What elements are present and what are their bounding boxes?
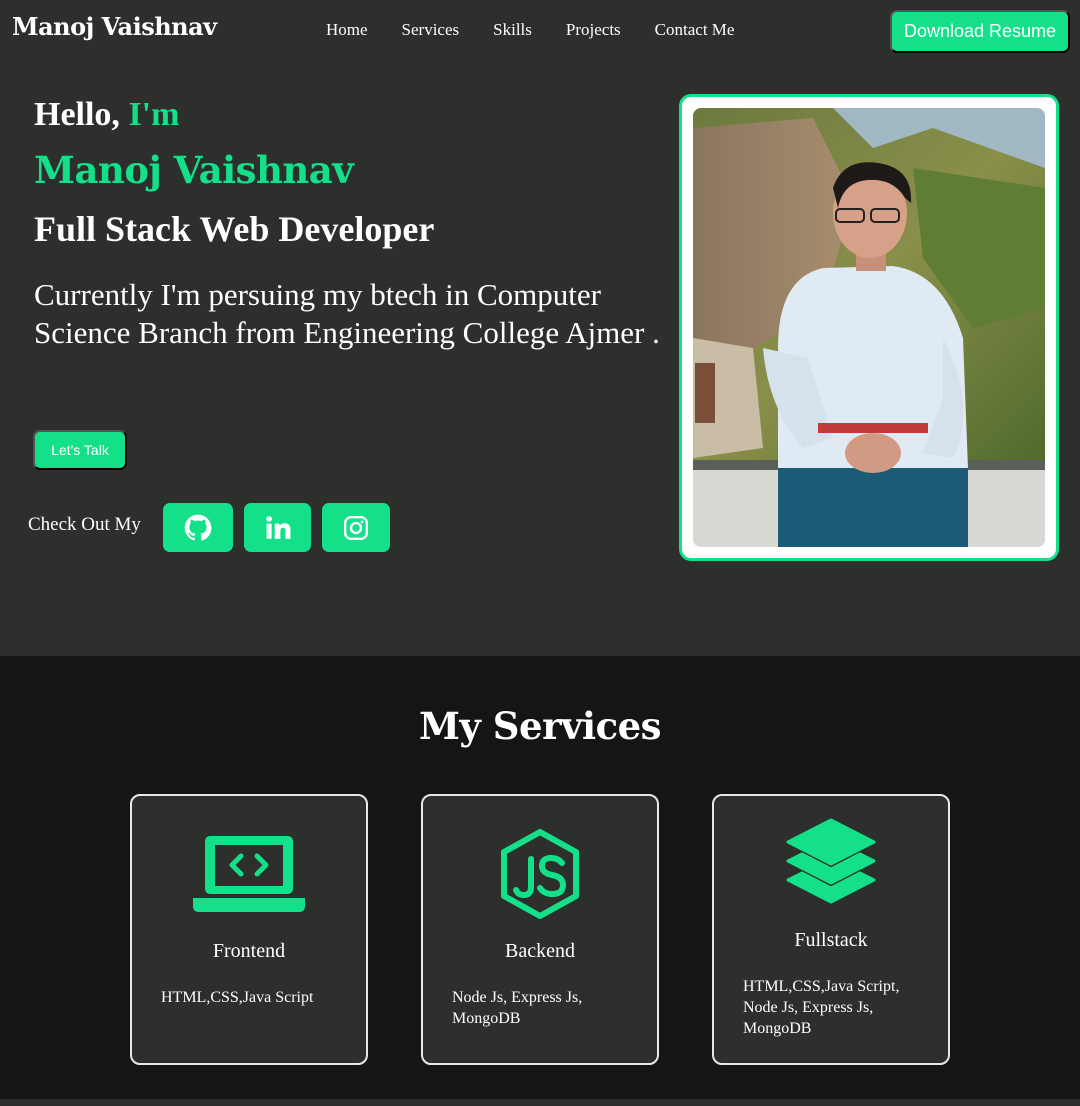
nav-link-projects[interactable]: Projects [566, 20, 621, 40]
github-link[interactable] [163, 503, 233, 552]
instagram-icon [343, 515, 369, 540]
navbar: Manoj Vaishnav Home Services Skills Proj… [0, 0, 1080, 62]
nav-links: Home Services Skills Projects Contact Me [326, 20, 768, 40]
nodejs-icon [423, 829, 657, 919]
service-description: Node Js, Express Js, MongoDB [452, 989, 583, 1027]
profile-photo [693, 108, 1045, 547]
nav-link-home[interactable]: Home [326, 20, 368, 40]
service-title: Fullstack [794, 929, 868, 951]
bottom-divider [0, 1099, 1080, 1106]
hero-greeting: Hello, I'm [34, 96, 179, 134]
instagram-link[interactable] [322, 503, 390, 552]
nav-link-skills[interactable]: Skills [493, 20, 532, 40]
lets-talk-button[interactable]: Let's Talk [33, 430, 127, 470]
service-description: HTML,CSS,Java Script, Node Js, Express J… [743, 978, 900, 1037]
hero-hello-text: Hello, [34, 96, 129, 133]
linkedin-icon [265, 515, 290, 539]
github-icon [184, 514, 212, 541]
layers-icon [714, 818, 948, 908]
hero-name: Manoj Vaishnav [34, 148, 354, 192]
laptop-code-icon [132, 834, 366, 914]
linkedin-link[interactable] [244, 503, 311, 552]
service-card-frontend: Frontend HTML,CSS,Java Script [130, 794, 368, 1065]
service-title: Frontend [212, 940, 286, 962]
download-resume-button[interactable]: Download Resume [890, 10, 1070, 53]
service-card-fullstack: Fullstack HTML,CSS,Java Script, Node Js,… [712, 794, 950, 1065]
service-card-backend: Backend Node Js, Express Js, MongoDB [421, 794, 659, 1065]
profile-photo-frame [679, 94, 1059, 561]
hero-description: Currently I'm persuing my btech in Compu… [34, 277, 660, 350]
services-title: My Services [418, 704, 662, 748]
services-section: My Services Frontend HTML,CSS,Java Scrip… [0, 656, 1080, 1099]
hero-role: Full Stack Web Developer [34, 209, 435, 249]
nav-link-contact[interactable]: Contact Me [655, 20, 735, 40]
brand-logo-text[interactable]: Manoj Vaishnav [12, 12, 217, 41]
nav-link-services[interactable]: Services [402, 20, 460, 40]
hero-im-text: I'm [128, 96, 180, 133]
service-title: Backend [505, 940, 575, 962]
service-description: HTML,CSS,Java Script [161, 989, 314, 1006]
check-out-label: Check Out My [28, 514, 141, 535]
